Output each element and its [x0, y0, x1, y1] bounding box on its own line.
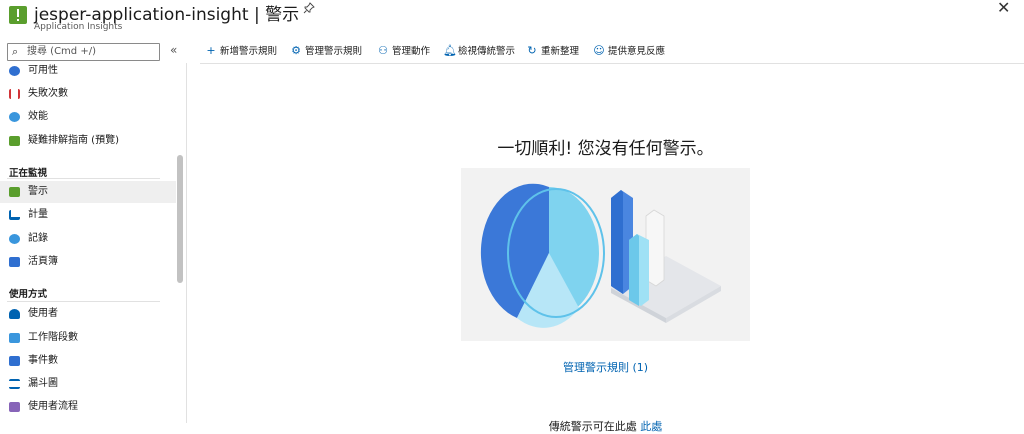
bell-icon: 🔔︎ — [443, 44, 457, 57]
sidebar: ⌕ 搜尋 (Cmd +/) « 可用性 失敗次數 效能 疑難排解指南 (預覽) … — [0, 38, 186, 423]
people-icon: ⚇ — [378, 44, 388, 57]
toolbar: + 新增警示規則 ⚙ 管理警示規則 ⚇ 管理動作 🔔︎檢視傳統警示 ↻ 重新整理 ☺ 提供… — [200, 38, 1024, 64]
empty-state-headline: 一切順利! 您沒有任何警示。 — [497, 139, 714, 159]
sidebar-item-label: 事件數 — [28, 355, 58, 366]
sidebar-item-label: 活頁簿 — [28, 256, 58, 267]
sidebar-item-label: 工作階段數 — [28, 332, 78, 343]
funnel-icon — [9, 379, 20, 389]
section-monitoring: 正在監視 — [9, 168, 48, 179]
sidebar-item-troubleshoot[interactable]: 疑難排解指南 (預覽) — [0, 130, 176, 152]
search-placeholder: 搜尋 (Cmd +/) — [27, 46, 96, 57]
sidebar-item-label: 效能 — [28, 111, 48, 122]
feedback-button[interactable]: ☺ 提供意見反應 — [593, 38, 665, 64]
refresh-button[interactable]: ↻ 重新整理 — [526, 38, 579, 64]
metrics-icon — [9, 210, 20, 220]
failures-icon — [9, 89, 20, 99]
sidebar-item-label: 疑難排解指南 (預覽) — [28, 135, 119, 146]
divider — [7, 301, 160, 302]
events-icon — [9, 356, 20, 366]
page-subtitle: Application Insights — [34, 22, 123, 32]
collapse-sidebar-icon[interactable]: « — [170, 43, 177, 57]
title-bar: jesper-application-insight | 警示 Applicat… — [0, 0, 1024, 38]
sidebar-item-logs[interactable]: 記錄 — [0, 228, 176, 250]
sidebar-item-sessions[interactable]: 工作階段數 — [0, 327, 176, 349]
sidebar-item-user-flows[interactable]: 使用者流程 — [0, 396, 176, 418]
plus-icon: + — [206, 44, 216, 57]
manage-actions-button[interactable]: ⚇ 管理動作 — [377, 38, 430, 64]
section-usage: 使用方式 — [9, 289, 48, 300]
sidebar-item-events[interactable]: 事件數 — [0, 350, 176, 372]
sidebar-item-label: 漏斗圖 — [28, 378, 58, 389]
sidebar-item-funnels[interactable]: 漏斗圖 — [0, 373, 176, 395]
availability-icon — [9, 66, 20, 76]
manage-alert-rules-link[interactable]: 管理警示規則 (1) — [187, 359, 1024, 375]
smiley-icon: ☺ — [593, 44, 605, 57]
sidebar-item-workbook[interactable]: 活頁簿 — [0, 251, 176, 273]
alert-icon — [9, 187, 20, 197]
sidebar-item-metrics[interactable]: 計量 — [0, 204, 176, 226]
sidebar-item-label: 失敗次數 — [28, 88, 68, 99]
sidebar-item-label: 計量 — [28, 209, 48, 220]
search-input[interactable]: ⌕ 搜尋 (Cmd +/) — [7, 43, 160, 61]
search-icon: ⌕ — [12, 45, 19, 58]
refresh-icon: ↻ — [527, 44, 537, 57]
application-insights-logo-icon — [9, 6, 27, 24]
sidebar-item-label: 警示 — [28, 186, 48, 197]
users-icon — [9, 309, 20, 319]
troubleshoot-icon — [9, 136, 20, 146]
classic-alerts-text: 傳統警示可在此處 此處 — [548, 420, 663, 433]
performance-icon — [9, 112, 20, 122]
pin-icon[interactable] — [303, 2, 315, 17]
gear-icon: ⚙ — [291, 44, 301, 57]
sidebar-item-failures[interactable]: 失敗次數 — [0, 83, 176, 105]
sidebar-scrollbar[interactable] — [177, 155, 183, 283]
workbook-icon — [9, 257, 20, 267]
sidebar-item-label: 記錄 — [28, 233, 48, 244]
manage-alert-rules-button[interactable]: ⚙ 管理警示規則 — [290, 38, 362, 64]
sidebar-item-label: 可用性 — [28, 65, 58, 76]
main-content: 一切順利! 您沒有任何警示。 管理警示規則 (1) 傳統警示可在此處 此處 — [187, 64, 1024, 433]
sidebar-item-alerts[interactable]: 警示 — [0, 181, 176, 203]
view-classic-alerts-button[interactable]: 🔔︎檢視傳統警示 — [443, 38, 515, 64]
sidebar-item-availability[interactable]: 可用性 — [0, 60, 176, 82]
close-icon[interactable]: ✕ — [997, 0, 1010, 17]
classic-alerts-link[interactable]: 此處 — [640, 420, 662, 433]
sidebar-item-label: 使用者 — [28, 308, 58, 319]
sidebar-item-performance[interactable]: 效能 — [0, 106, 176, 128]
sessions-icon — [9, 333, 20, 343]
sidebar-item-label: 使用者流程 — [28, 401, 78, 412]
empty-state-illustration — [461, 168, 750, 341]
divider — [7, 178, 160, 179]
user-flow-icon — [9, 402, 20, 412]
new-alert-rule-button[interactable]: + 新增警示規則 — [205, 38, 277, 64]
sidebar-item-users[interactable]: 使用者 — [0, 303, 176, 325]
logs-icon — [9, 234, 20, 244]
